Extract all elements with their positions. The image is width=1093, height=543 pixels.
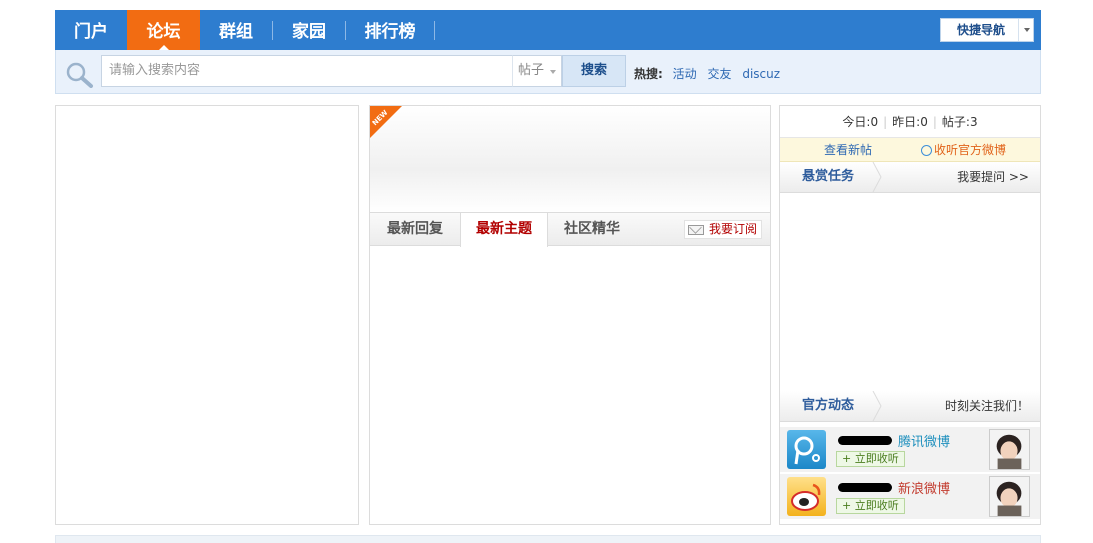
hot-search-label: 热搜: — [634, 67, 663, 81]
ask-question-link[interactable]: 我要提问 >> — [957, 162, 1029, 192]
weibo-icon — [921, 145, 932, 156]
feed-name[interactable]: 腾讯微博 — [898, 431, 950, 450]
chevron-down-icon — [550, 70, 556, 74]
search-button[interactable]: 搜索 — [562, 55, 626, 87]
slideshow-area[interactable]: NEW — [370, 106, 770, 212]
stat-yesterday-label: 昨日: — [892, 115, 921, 129]
hot-search-link[interactable]: 活动 — [673, 67, 697, 81]
forum-stats: 今日:0 | 昨日:0 | 帖子:3 — [780, 106, 1040, 138]
weibo-feed-row: 腾讯微博 + 立即收听 — [780, 427, 1040, 472]
nav-item-portal[interactable]: 门户 — [55, 10, 127, 50]
tab-digest[interactable]: 社区精华 — [548, 213, 636, 246]
follow-weibo-label: 收听官方微博 — [934, 143, 1007, 157]
tab-latest-replies[interactable]: 最新回复 — [370, 213, 460, 246]
main-nav: 门户 论坛 群组 家园 排行榜 快捷导航 — [55, 10, 1041, 50]
tencent-weibo-icon[interactable] — [787, 430, 826, 469]
search-icon — [66, 62, 93, 88]
nav-item-groups[interactable]: 群组 — [200, 10, 272, 50]
mail-icon — [687, 225, 704, 235]
redacted-name — [838, 436, 892, 445]
thread-tabs: 最新回复 最新主题 社区精华 我要订阅 — [370, 212, 770, 247]
stat-today-label: 今日: — [842, 115, 871, 129]
stat-yesterday: 0 — [920, 115, 928, 129]
official-title: 官方动态 — [801, 398, 854, 413]
follow-button[interactable]: + 立即收听 — [836, 498, 905, 514]
chevron-right-icon — [872, 162, 882, 192]
search-bar: 请输入搜索内容 帖子 搜索 热搜: 活动 交友 discuz — [55, 50, 1041, 94]
chevron-right-icon — [872, 391, 882, 421]
hot-search-link[interactable]: 交友 — [707, 67, 731, 81]
follow-us-text: 时刻关注我们！ — [944, 399, 1029, 413]
middle-panel: NEW 最新回复 最新主题 社区精华 我要订阅 — [369, 105, 771, 525]
stat-posts: 3 — [969, 115, 978, 129]
hot-search: 热搜: 活动 交友 discuz — [634, 65, 787, 82]
chevron-down-icon — [1024, 28, 1030, 32]
nav-item-home[interactable]: 家园 — [273, 10, 345, 50]
left-panel — [55, 105, 359, 525]
hot-search-link[interactable]: discuz — [742, 67, 780, 81]
view-new-posts-link[interactable]: 查看新帖 — [824, 138, 872, 162]
avatar[interactable] — [989, 476, 1030, 517]
dropdown-divider — [1018, 19, 1019, 41]
avatar[interactable] — [989, 429, 1030, 470]
stat-posts-label: 帖子: — [941, 115, 970, 129]
new-badge: NEW — [370, 106, 402, 138]
subscribe-button[interactable]: 我要订阅 — [683, 220, 762, 239]
quick-nav-button[interactable]: 快捷导航 — [940, 18, 1034, 42]
nav-item-forum[interactable]: 论坛 — [127, 10, 200, 50]
reward-section-header: 悬赏任务 我要提问 >> — [780, 162, 1040, 193]
nav-item-ranking[interactable]: 排行榜 — [346, 10, 434, 50]
reward-title[interactable]: 悬赏任务 — [780, 162, 876, 192]
search-type-value: 帖子 — [518, 63, 545, 78]
follow-button[interactable]: + 立即收听 — [836, 451, 905, 467]
tab-latest-threads[interactable]: 最新主题 — [460, 213, 548, 247]
sina-weibo-icon[interactable] — [787, 477, 826, 516]
weibo-feed-row: 新浪微博 + 立即收听 — [780, 474, 1040, 519]
quick-links-bar: 查看新帖 收听官方微博 — [780, 138, 1040, 162]
feed-name[interactable]: 新浪微博 — [898, 478, 950, 497]
search-input[interactable]: 请输入搜索内容 — [101, 55, 514, 87]
redacted-name — [838, 483, 892, 492]
subscribe-label: 我要订阅 — [708, 222, 757, 236]
search-type-select[interactable]: 帖子 — [512, 55, 562, 87]
right-panel: 今日:0 | 昨日:0 | 帖子:3 查看新帖 收听官方微博 悬赏任务 我要提问 >> … — [779, 105, 1041, 525]
stat-today: 0 — [870, 115, 879, 129]
footer-strip — [55, 535, 1041, 543]
official-section-header: 官方动态 时刻关注我们！ — [780, 391, 1040, 422]
follow-weibo-link[interactable]: 收听官方微博 — [921, 138, 1006, 162]
quick-nav-label: 快捷导航 — [957, 23, 1006, 37]
nav-separator — [434, 21, 435, 40]
